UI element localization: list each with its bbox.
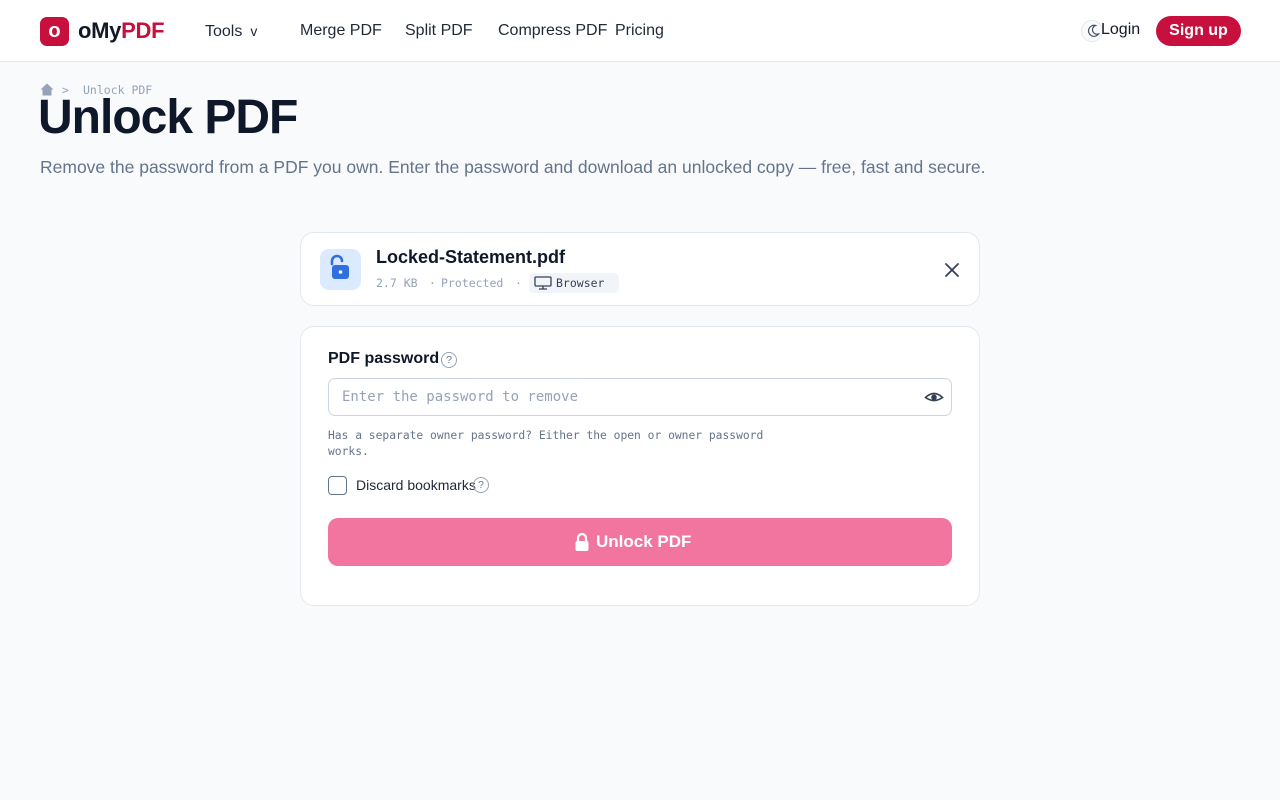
page-subtitle: Remove the password from a PDF you own. … bbox=[40, 157, 986, 177]
meta-separator: · bbox=[515, 276, 522, 290]
logo-suffix: PDF bbox=[121, 18, 165, 43]
password-input[interactable] bbox=[328, 378, 952, 416]
monitor-icon bbox=[534, 276, 552, 290]
file-status: Protected bbox=[441, 276, 504, 290]
discard-bookmarks-checkbox[interactable] bbox=[328, 476, 347, 495]
password-help-icon[interactable]: ? bbox=[441, 352, 457, 368]
remove-file-button[interactable] bbox=[942, 260, 962, 280]
signup-button[interactable]: Sign up bbox=[1156, 16, 1241, 46]
discard-bookmarks-label[interactable]: Discard bookmarks bbox=[356, 476, 476, 494]
nav-merge-pdf[interactable]: Merge PDF bbox=[300, 21, 382, 41]
processing-label: Browser bbox=[556, 276, 605, 290]
eye-icon[interactable] bbox=[924, 389, 944, 405]
nav-pricing[interactable]: Pricing bbox=[615, 21, 664, 41]
nav-tools-label: Tools bbox=[205, 23, 243, 40]
bookmarks-help-icon[interactable]: ? bbox=[473, 477, 489, 493]
password-label: PDF password bbox=[328, 350, 440, 367]
unlock-pdf-button[interactable]: Unlock PDF bbox=[328, 518, 952, 566]
padlock-icon bbox=[575, 532, 589, 551]
close-icon bbox=[945, 263, 959, 277]
moon-icon bbox=[1088, 24, 1100, 37]
logo-wordmark[interactable]: oMyPDF bbox=[78, 18, 165, 44]
unlocked-padlock-icon bbox=[320, 249, 361, 290]
logo-prefix: oMy bbox=[78, 18, 122, 43]
unlock-pdf-button-label: Unlock PDF bbox=[596, 532, 692, 551]
uploaded-file-card: Locked-Statement.pdf 2.7 KB · Protected … bbox=[300, 232, 980, 306]
processing-badge: Browser bbox=[529, 273, 619, 293]
logo-mark[interactable]: o bbox=[40, 17, 69, 46]
login-link[interactable]: Login bbox=[1101, 21, 1140, 39]
nav-tools-menu[interactable]: Tools v bbox=[205, 21, 257, 42]
page-title: Unlock PDF bbox=[38, 91, 298, 144]
chevron-down-icon: v bbox=[250, 23, 258, 39]
nav-split-pdf[interactable]: Split PDF bbox=[405, 21, 473, 41]
file-name: Locked-Statement.pdf bbox=[376, 247, 566, 267]
nav-compress-pdf[interactable]: Compress PDF bbox=[498, 21, 607, 41]
theme-toggle-button[interactable] bbox=[1081, 20, 1103, 42]
top-header: o oMyPDF Tools v Merge PDF Split PDF Comp… bbox=[0, 0, 1280, 62]
file-size: 2.7 KB bbox=[376, 276, 418, 290]
password-hint: Has a separate owner password? Either th… bbox=[328, 429, 764, 458]
meta-separator: · bbox=[429, 276, 436, 290]
